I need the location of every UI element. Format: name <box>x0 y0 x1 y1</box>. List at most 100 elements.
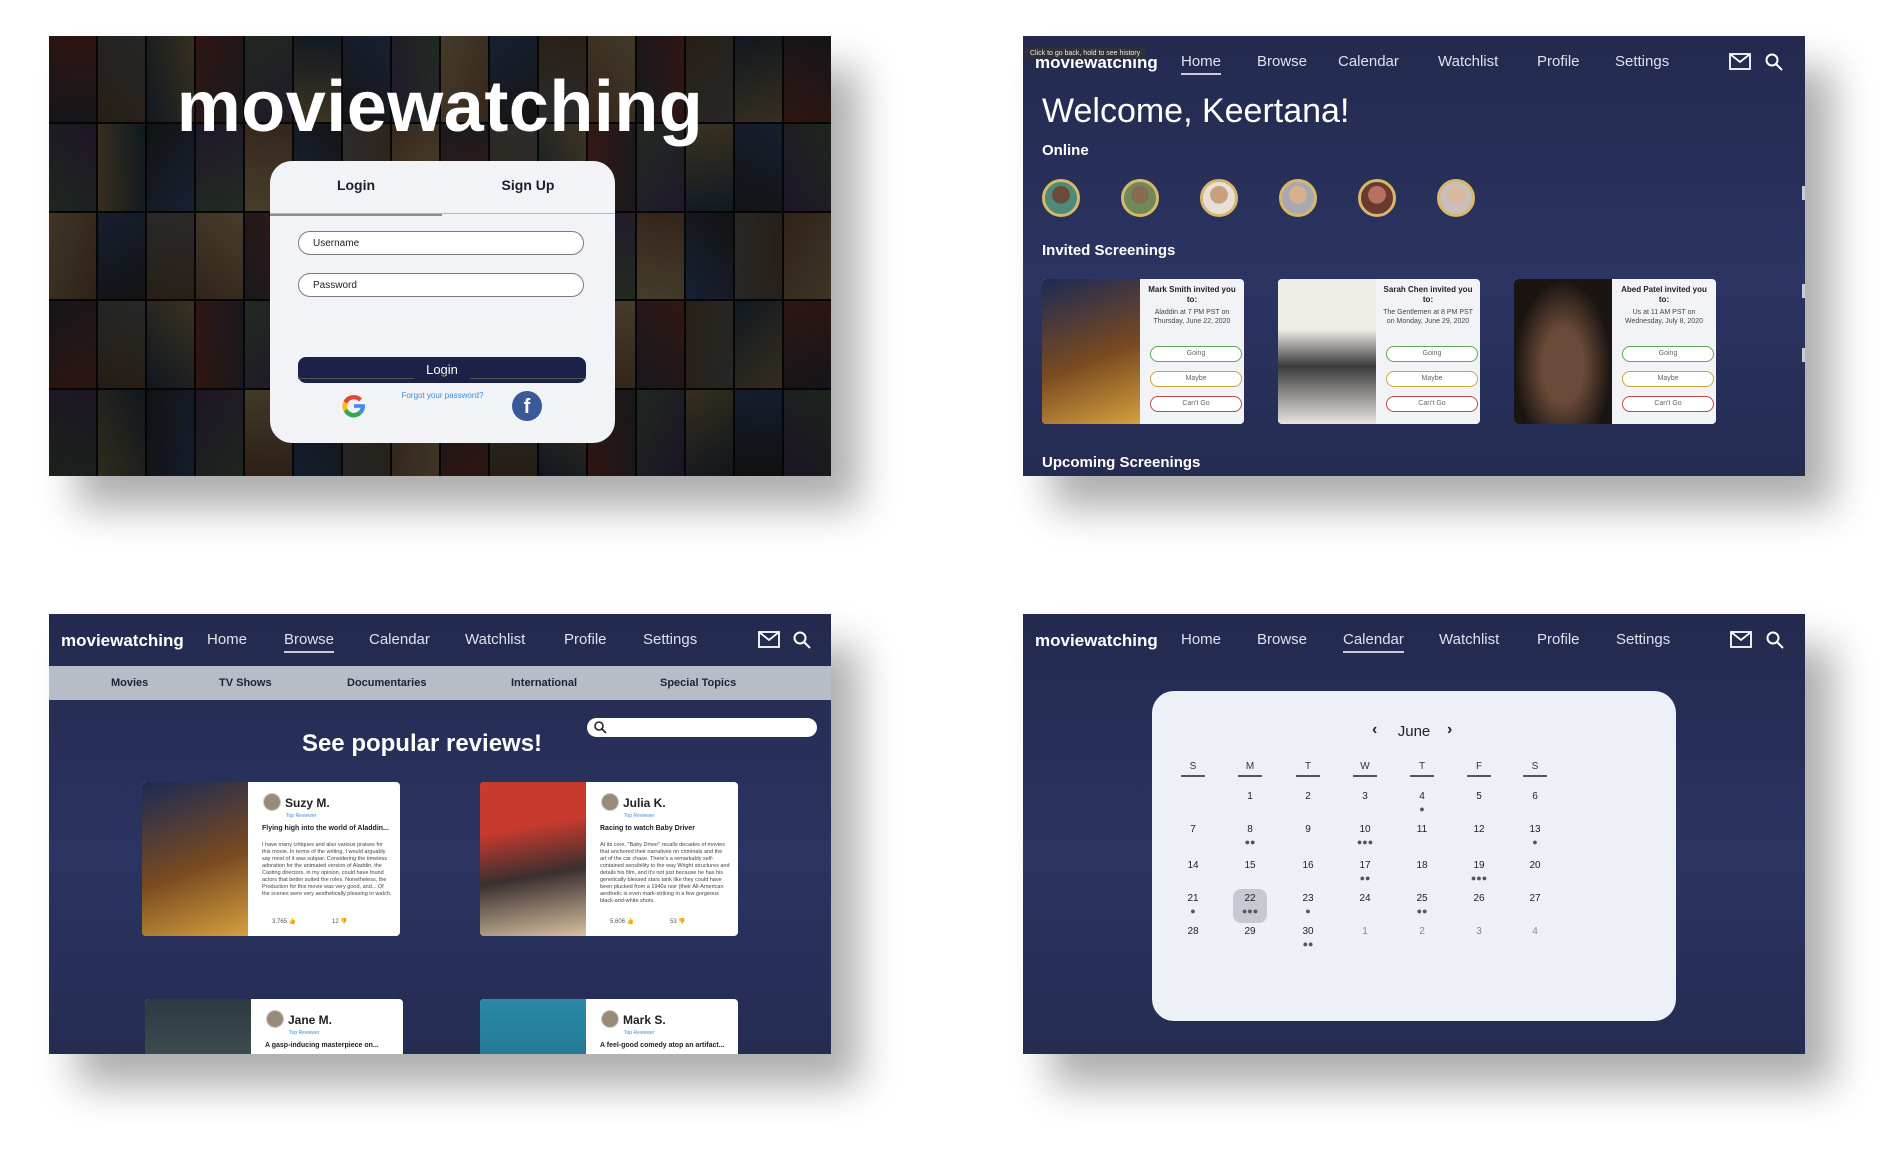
category-tv-shows[interactable]: TV Shows <box>219 677 272 689</box>
cant-go-button[interactable]: Can't Go <box>1150 396 1242 412</box>
review-card[interactable]: Jane M. Top Reviewer A gasp-inducing mas… <box>145 999 403 1054</box>
calendar-day[interactable]: 28 <box>1176 926 1210 954</box>
calendar-day[interactable]: 6 <box>1518 791 1552 819</box>
mail-icon[interactable] <box>1730 631 1752 648</box>
movie-poster[interactable] <box>145 999 251 1054</box>
calendar-day[interactable]: 29 <box>1233 926 1267 954</box>
maybe-button[interactable]: Maybe <box>1150 371 1242 387</box>
nav-calendar[interactable]: Calendar <box>369 631 430 648</box>
nav-profile[interactable]: Profile <box>1537 53 1580 70</box>
category-movies[interactable]: Movies <box>111 677 148 689</box>
thumbs-down-icon[interactable]: 👎 <box>340 919 347 925</box>
review-card[interactable]: Suzy M. Top Reviewer Flying high into th… <box>142 782 400 936</box>
movie-poster[interactable] <box>1514 279 1612 424</box>
calendar-day[interactable]: 9 <box>1291 824 1325 852</box>
calendar-day[interactable]: 3 <box>1462 926 1496 954</box>
nav-brand[interactable]: moviewatching <box>61 631 184 651</box>
dislike-count[interactable]: 53 👎 <box>670 918 686 925</box>
calendar-day[interactable]: 21 ● <box>1176 893 1210 921</box>
online-friend-avatar[interactable] <box>1042 179 1080 217</box>
nav-home[interactable]: Home <box>207 631 247 648</box>
nav-watchlist[interactable]: Watchlist <box>465 631 525 648</box>
calendar-day[interactable]: 14 <box>1176 860 1210 888</box>
calendar-day[interactable]: 3 <box>1348 791 1382 819</box>
thumbs-down-icon[interactable]: 👎 <box>678 919 685 925</box>
category-special-topics[interactable]: Special Topics <box>660 677 736 689</box>
nav-watchlist[interactable]: Watchlist <box>1439 631 1499 648</box>
calendar-day[interactable]: 4 ● <box>1405 791 1439 819</box>
calendar-day[interactable]: 17 ●● <box>1348 860 1382 888</box>
search-icon[interactable] <box>1766 631 1784 649</box>
cant-go-button[interactable]: Can't Go <box>1622 396 1714 412</box>
password-field[interactable]: Password <box>298 273 584 297</box>
calendar-day[interactable]: 12 <box>1462 824 1496 852</box>
search-icon[interactable] <box>1765 53 1783 71</box>
category-international[interactable]: International <box>511 677 577 689</box>
dislike-count[interactable]: 12 👎 <box>332 918 348 925</box>
calendar-day[interactable]: 20 <box>1518 860 1552 888</box>
online-friend-avatar[interactable] <box>1358 179 1396 217</box>
calendar-day[interactable]: 27 <box>1518 893 1552 921</box>
nav-settings[interactable]: Settings <box>1616 631 1670 648</box>
nav-settings[interactable]: Settings <box>643 631 697 648</box>
tab-signup[interactable]: Sign Up <box>442 173 614 213</box>
calendar-day[interactable]: 19 ●●● <box>1462 860 1496 888</box>
forgot-password-link[interactable]: Forgot your password? <box>270 391 615 400</box>
calendar-day[interactable]: 11 <box>1405 824 1439 852</box>
review-card[interactable]: Julia K. Top Reviewer Racing to watch Ba… <box>480 782 738 936</box>
nav-home[interactable]: Home <box>1181 631 1221 648</box>
nav-settings[interactable]: Settings <box>1615 53 1669 70</box>
google-icon[interactable] <box>339 391 369 421</box>
reviewer-name[interactable]: Jane M. <box>288 1013 332 1027</box>
online-friend-avatar[interactable] <box>1200 179 1238 217</box>
like-count[interactable]: 3,765 👍 <box>272 918 296 925</box>
going-button[interactable]: Going <box>1622 346 1714 362</box>
nav-watchlist[interactable]: Watchlist <box>1438 53 1498 70</box>
calendar-day[interactable]: 1 <box>1233 791 1267 819</box>
calendar-day[interactable]: 2 <box>1405 926 1439 954</box>
online-friend-avatar[interactable] <box>1437 179 1475 217</box>
calendar-day[interactable]: 4 <box>1518 926 1552 954</box>
calendar-day[interactable]: 8 ●● <box>1233 824 1267 852</box>
movie-poster[interactable] <box>480 782 586 936</box>
reviewer-name[interactable]: Julia K. <box>623 796 666 810</box>
calendar-day[interactable]: 5 <box>1462 791 1496 819</box>
category-documentaries[interactable]: Documentaries <box>347 677 426 689</box>
calendar-day[interactable]: 10 ●●● <box>1348 824 1382 852</box>
cant-go-button[interactable]: Can't Go <box>1386 396 1478 412</box>
maybe-button[interactable]: Maybe <box>1622 371 1714 387</box>
tab-login[interactable]: Login <box>270 173 442 216</box>
going-button[interactable]: Going <box>1150 346 1242 362</box>
calendar-day[interactable]: 23 ● <box>1291 893 1325 921</box>
like-count[interactable]: 5,606 👍 <box>610 918 634 925</box>
movie-poster[interactable] <box>142 782 248 936</box>
calendar-day[interactable]: 25 ●● <box>1405 893 1439 921</box>
reviewer-name[interactable]: Suzy M. <box>285 796 330 810</box>
calendar-day[interactable]: 30 ●● <box>1291 926 1325 954</box>
chevron-right-icon[interactable]: › <box>1447 721 1452 739</box>
calendar-day[interactable]: 26 <box>1462 893 1496 921</box>
review-card[interactable]: Mark S. Top Reviewer A feel-good comedy … <box>480 999 738 1054</box>
reviewer-name[interactable]: Mark S. <box>623 1013 666 1027</box>
movie-poster[interactable] <box>480 999 586 1054</box>
thumbs-up-icon[interactable]: 👍 <box>627 919 634 925</box>
thumbs-up-icon[interactable]: 👍 <box>289 919 296 925</box>
calendar-day[interactable]: 2 <box>1291 791 1325 819</box>
movie-poster[interactable] <box>1042 279 1140 424</box>
nav-profile[interactable]: Profile <box>564 631 607 648</box>
username-field[interactable]: Username <box>298 231 584 255</box>
nav-browse[interactable]: Browse <box>1257 53 1307 70</box>
mail-icon[interactable] <box>1729 53 1751 70</box>
nav-calendar[interactable]: Calendar <box>1338 53 1399 70</box>
nav-home[interactable]: Home <box>1181 53 1222 75</box>
calendar-day[interactable]: 1 <box>1348 926 1382 954</box>
calendar-day[interactable]: 15 <box>1233 860 1267 888</box>
calendar-day[interactable]: 22 ●●● <box>1233 889 1267 923</box>
calendar-day[interactable]: 13 ● <box>1518 824 1552 852</box>
going-button[interactable]: Going <box>1386 346 1478 362</box>
mail-icon[interactable] <box>758 631 780 648</box>
calendar-day[interactable]: 18 <box>1405 860 1439 888</box>
nav-brand[interactable]: moviewatching <box>1035 631 1158 651</box>
movie-poster[interactable] <box>1278 279 1376 424</box>
nav-calendar[interactable]: Calendar <box>1343 631 1404 653</box>
